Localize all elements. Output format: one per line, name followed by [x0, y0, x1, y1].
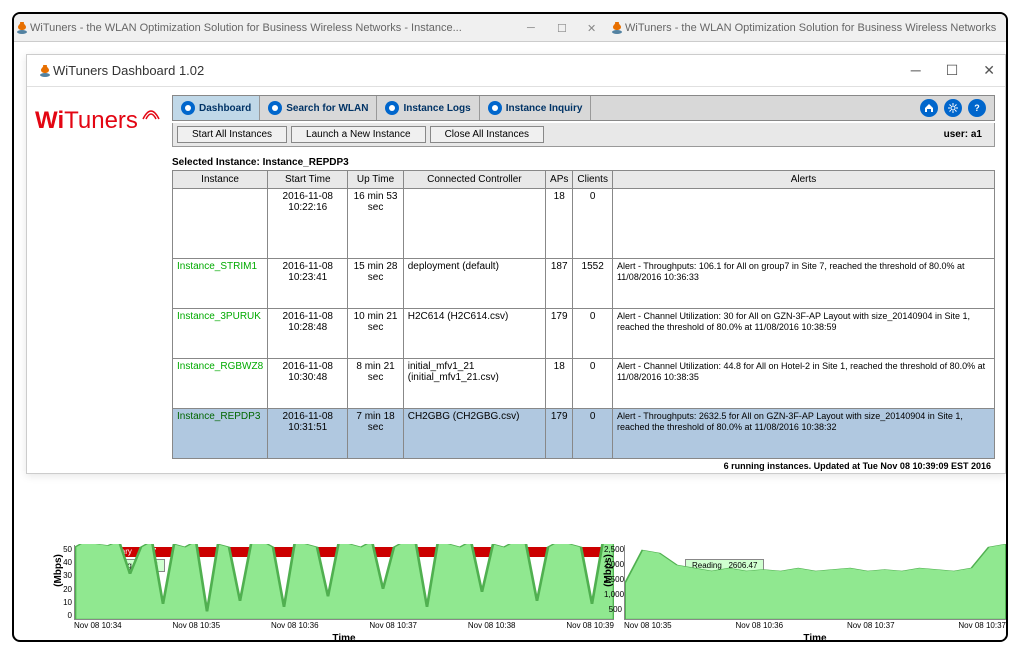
instance-cell: Instance_RGBWZ8 — [173, 359, 268, 409]
tab-icon — [181, 101, 195, 115]
start-cell: 2016-11-08 10:22:16 — [268, 189, 348, 259]
tab-icon — [268, 101, 282, 115]
background-window-right-title: WiTuners - the WLAN Optimization Solutio… — [625, 22, 1006, 34]
aps-cell: 179 — [546, 309, 573, 359]
controller-cell: CH2GBG (CH2GBG.csv) — [403, 409, 545, 459]
table-row[interactable]: Instance_REPDP32016-11-08 10:31:517 min … — [173, 409, 995, 459]
controller-cell: deployment (default) — [403, 259, 545, 309]
tab-label: Instance Inquiry — [506, 103, 583, 114]
close-button[interactable]: ✕ — [983, 62, 995, 79]
maximize-button[interactable]: ☐ — [946, 62, 959, 79]
clients-cell: 0 — [573, 189, 613, 259]
uptime-cell: 10 min 21 sec — [348, 309, 403, 359]
uptime-cell: 7 min 18 sec — [348, 409, 403, 459]
start-all-button[interactable]: Start All Instances — [177, 126, 287, 143]
background-window-right: WiTuners - the WLAN Optimization Solutio… — [609, 14, 1006, 42]
aps-cell: 18 — [546, 189, 573, 259]
instance-cell: Instance_REPDP3 — [173, 409, 268, 459]
column-header[interactable]: Alerts — [612, 171, 994, 189]
launch-button[interactable]: Launch a New Instance — [291, 126, 426, 143]
table-row[interactable]: 2016-11-08 10:22:1616 min 53 sec 180 — [173, 189, 995, 259]
start-cell: 2016-11-08 10:30:48 — [268, 359, 348, 409]
controller-cell: initial_mfv1_21 (initial_mfv1_21.csv) — [403, 359, 545, 409]
controller-cell: H2C614 (H2C614.csv) — [403, 309, 545, 359]
wifi-icon — [141, 107, 161, 121]
maximize-button[interactable]: ☐ — [557, 22, 569, 34]
aps-cell: 187 — [546, 259, 573, 309]
start-cell: 2016-11-08 10:23:41 — [268, 259, 348, 309]
action-row: Start All Instances Launch a New Instanc… — [172, 123, 995, 147]
minimize-button[interactable]: ─ — [911, 62, 921, 79]
alert-cell: Alert - Channel Utilization: 44.8 for Al… — [612, 359, 994, 409]
tab-instance-logs[interactable]: Instance Logs — [377, 96, 479, 120]
logo: WiTuners — [27, 87, 172, 473]
column-header[interactable]: Up Time — [348, 171, 403, 189]
clients-cell: 0 — [573, 359, 613, 409]
uptime-cell: 8 min 21 sec — [348, 359, 403, 409]
table-row[interactable]: Instance_3PURUK2016-11-08 10:28:4810 min… — [173, 309, 995, 359]
tab-label: Dashboard — [199, 103, 251, 114]
tab-icon — [385, 101, 399, 115]
table-row[interactable]: Instance_STRIM12016-11-08 10:23:4115 min… — [173, 259, 995, 309]
column-header[interactable]: Clients — [573, 171, 613, 189]
chart-xlabel: Time — [74, 633, 614, 642]
minimize-button[interactable]: ─ — [527, 22, 539, 34]
alert-cell: Alert - Throughputs: 106.1 for All on gr… — [612, 259, 994, 309]
help-button[interactable]: ? — [968, 99, 986, 117]
background-window-left: WiTuners - the WLAN Optimization Solutio… — [14, 14, 609, 42]
chart-left: (Mbps) 50403020100 Alert Boundary 54.7 R… — [74, 545, 614, 640]
column-header[interactable]: APs — [546, 171, 573, 189]
settings-button[interactable] — [944, 99, 962, 117]
instance-table: InstanceStart TimeUp TimeConnected Contr… — [172, 170, 995, 459]
uptime-cell: 15 min 28 sec — [348, 259, 403, 309]
tab-dashboard[interactable]: Dashboard — [173, 96, 260, 120]
start-cell: 2016-11-08 10:31:51 — [268, 409, 348, 459]
column-header[interactable]: Start Time — [268, 171, 348, 189]
alert-cell — [612, 189, 994, 259]
tab-label: Search for WLAN — [286, 103, 368, 114]
main-window-title: WiTuners Dashboard 1.02 — [53, 63, 911, 78]
controller-cell — [403, 189, 545, 259]
java-icon — [37, 63, 53, 79]
tab-search-for-wlan[interactable]: Search for WLAN — [260, 96, 377, 120]
column-header[interactable]: Connected Controller — [403, 171, 545, 189]
aps-cell: 18 — [546, 359, 573, 409]
svg-text:?: ? — [974, 103, 980, 113]
aps-cell: 179 — [546, 409, 573, 459]
uptime-cell: 16 min 53 sec — [348, 189, 403, 259]
clients-cell: 0 — [573, 309, 613, 359]
start-cell: 2016-11-08 10:28:48 — [268, 309, 348, 359]
java-icon — [14, 20, 30, 36]
main-titlebar: WiTuners Dashboard 1.02 ─ ☐ ✕ — [27, 55, 1005, 87]
background-window-left-title: WiTuners - the WLAN Optimization Solutio… — [30, 22, 527, 34]
clients-cell: 1552 — [573, 259, 613, 309]
tab-label: Instance Logs — [403, 103, 470, 114]
tab-instance-inquiry[interactable]: Instance Inquiry — [480, 96, 592, 120]
home-button[interactable] — [920, 99, 938, 117]
column-header[interactable]: Instance — [173, 171, 268, 189]
alert-cell: Alert - Throughputs: 2632.5 for All on G… — [612, 409, 994, 459]
tabs-row: Dashboard Search for WLAN Instance Logs Ins… — [172, 95, 995, 121]
table-row[interactable]: Instance_RGBWZ82016-11-08 10:30:488 min … — [173, 359, 995, 409]
instance-cell — [173, 189, 268, 259]
selected-instance-label: Selected Instance: Instance_REPDP3 — [172, 157, 995, 168]
close-button[interactable]: ✕ — [587, 22, 599, 34]
close-all-button[interactable]: Close All Instances — [430, 126, 545, 143]
java-icon — [609, 20, 625, 36]
tab-icon — [488, 101, 502, 115]
chart-right: (Mbps) 2,5002,0001,5001,000500 Reading 2… — [624, 545, 1006, 640]
user-label: user: a1 — [944, 129, 990, 140]
instance-cell: Instance_STRIM1 — [173, 259, 268, 309]
main-dashboard-window: WiTuners Dashboard 1.02 ─ ☐ ✕ WiTuners D… — [26, 54, 1006, 474]
instance-cell: Instance_3PURUK — [173, 309, 268, 359]
status-bar: 6 running instances. Updated at Tue Nov … — [172, 459, 995, 473]
alert-cell: Alert - Channel Utilization: 30 for All … — [612, 309, 994, 359]
chart-xlabel: Time — [624, 633, 1006, 642]
clients-cell: 0 — [573, 409, 613, 459]
